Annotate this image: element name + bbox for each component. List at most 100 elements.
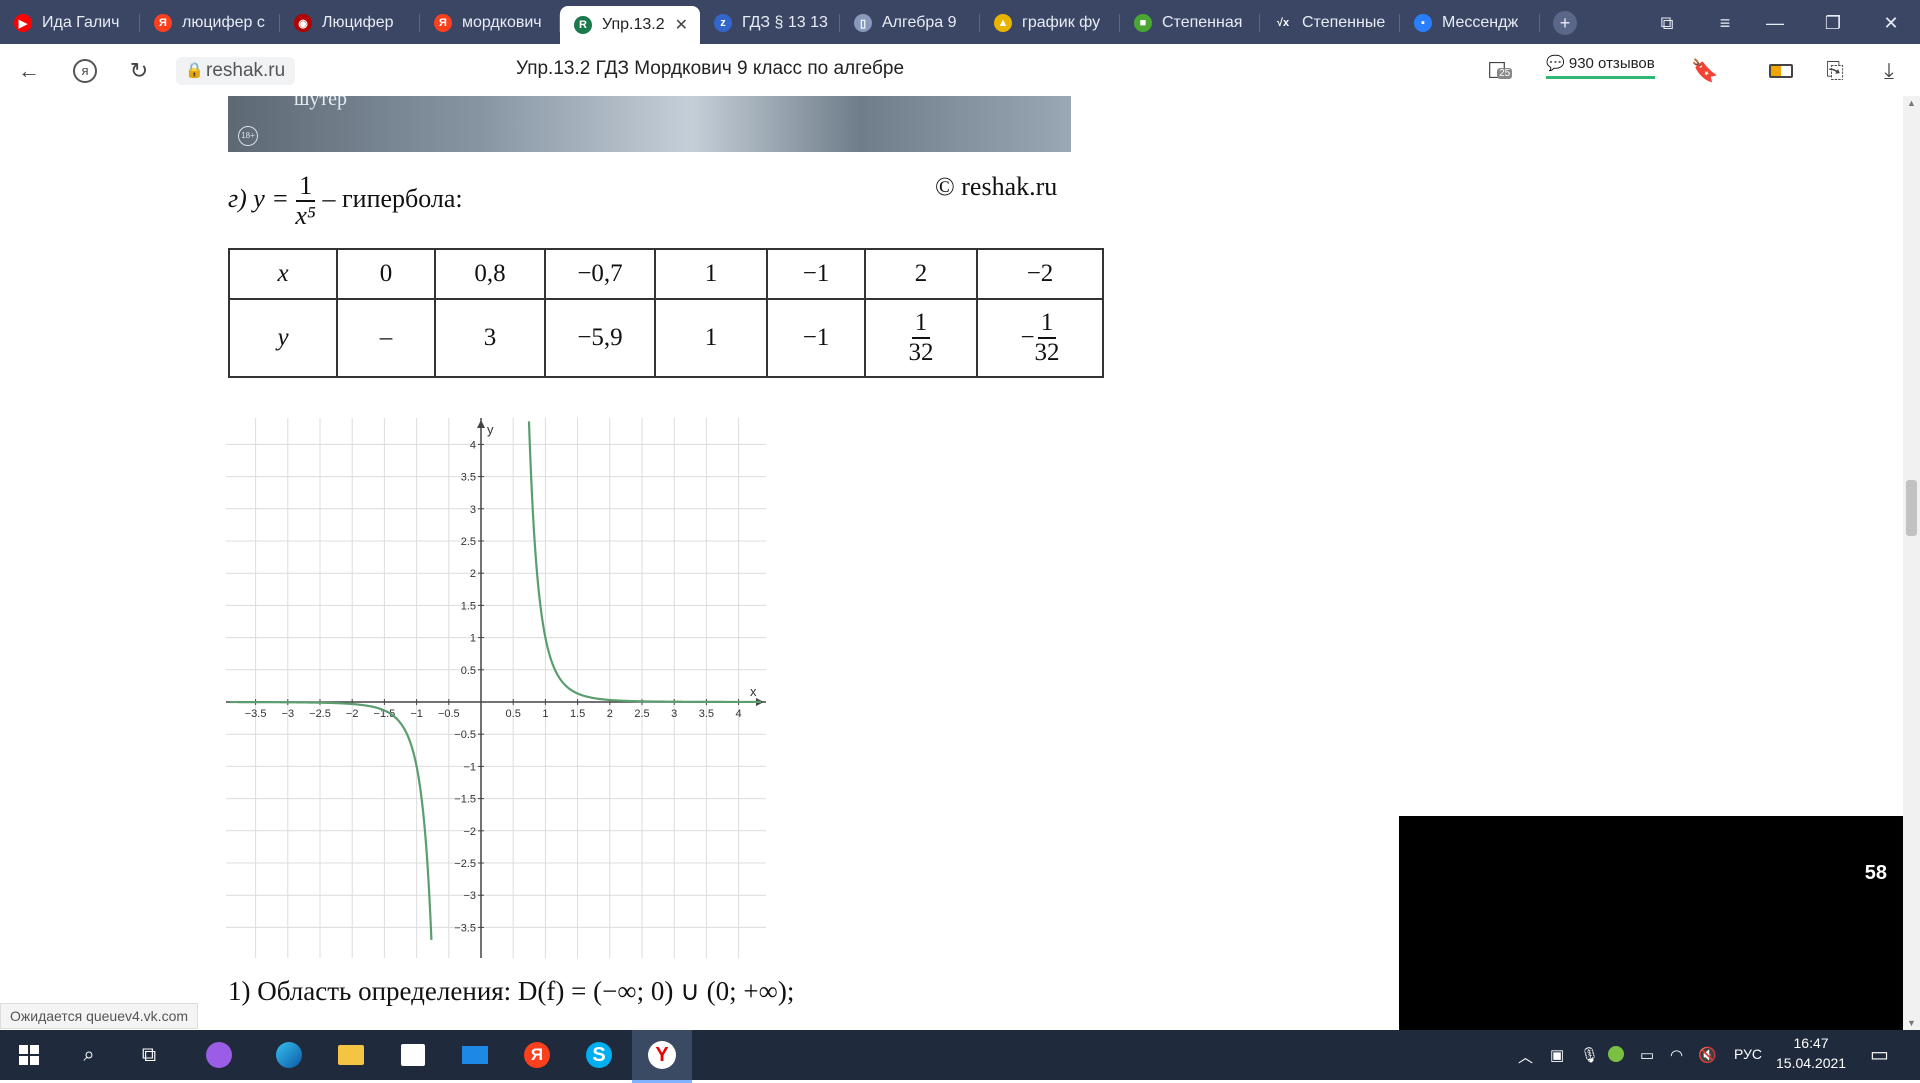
wifi-icon[interactable]: ◠ — [1670, 1046, 1683, 1064]
windows-start-icon[interactable] — [12, 1038, 46, 1072]
downloads-icon[interactable]: ⤓ — [1876, 58, 1902, 84]
x-tick-label: −3.5 — [245, 708, 267, 720]
windows-taskbar: ⌕ ⧉ Я S Y ︿ ▣ 🎙 ▭ ◠ 🔇 РУС 16:47 15.04.20… — [0, 1030, 1920, 1083]
task-view-icon[interactable]: ⧉ — [132, 1038, 166, 1072]
curve-positive-branch — [527, 421, 762, 704]
search-icon[interactable]: ⌕ — [72, 1038, 106, 1072]
tab-manager-icon[interactable]: ⧉ — [1652, 10, 1682, 36]
y-value-cell: 3 — [434, 298, 546, 378]
tab-title: мордкович — [462, 14, 542, 31]
bookmark-icon[interactable]: 🔖 — [1691, 58, 1718, 84]
x-value-cell: −1 — [766, 248, 866, 300]
browser-tab[interactable]: √x Степенные — [1260, 6, 1400, 40]
table-row-y: y –3 −5,9 1 −1 1 32−1 32 — [228, 298, 1104, 378]
advertisement-banner[interactable]: шутер 18+ — [228, 96, 1071, 152]
tab-separator — [1539, 14, 1540, 32]
minimize-icon[interactable]: — — [1760, 10, 1790, 36]
curve-negative-branch — [229, 700, 433, 940]
x-tick-label: −2.5 — [309, 708, 331, 720]
hyperbola-graph: −3.5 −3 −2.5 −2 −1.5 −1 −0.5 0.5 1 1.5 2 2.5 3 3.5 4 −3… — [226, 418, 766, 958]
devil-icon: ◉ — [294, 14, 312, 32]
x-tick-label: 0.5 — [506, 708, 521, 720]
browser-tab[interactable]: Ялюцифер с — [140, 6, 280, 40]
youtube-icon: ▶ — [14, 14, 32, 32]
y-tick-label: −1 — [463, 761, 476, 773]
y-value-cell: −5,9 — [544, 298, 656, 378]
file-explorer-icon[interactable] — [334, 1038, 368, 1072]
clock[interactable]: 16:47 15.04.2021 — [1776, 1035, 1846, 1071]
vertical-scrollbar[interactable]: ▲ ▼ — [1903, 96, 1920, 1030]
restore-icon[interactable]: ❐ — [1818, 10, 1848, 36]
tab-title: люцифер с — [182, 14, 265, 31]
tab-title: ГДЗ § 13 13 — [742, 14, 828, 31]
x-tick-label: 1.5 — [570, 708, 585, 720]
browser-tab[interactable]: ◉ Люцифер — [280, 6, 420, 40]
ad-caption: шутер — [294, 96, 348, 110]
tray-expand-icon[interactable]: ︿ — [1518, 1046, 1533, 1067]
volume-muted-icon[interactable]: 🔇 — [1698, 1046, 1717, 1064]
y-value-cell: y — [228, 298, 338, 378]
x-axis-label: x — [750, 684, 757, 699]
x-tick-label: 2.5 — [634, 708, 649, 720]
browser-tab[interactable]: ▯ Алгебра 9 — [840, 6, 980, 40]
browser-tab[interactable]: Ямордкович — [420, 6, 560, 40]
scroll-down-icon[interactable]: ▼ — [1907, 1018, 1916, 1028]
notifications-icon[interactable]: ▭ — [1870, 1042, 1889, 1067]
browser-tab-strip: ▶ Ида Галич Ялюцифер с ◉ Люцифер Ямордкович R У… — [0, 0, 1920, 44]
speech-bubble-icon: 💬 — [1546, 55, 1565, 72]
tab-title: Алгебра 9 — [882, 14, 957, 31]
tab-title: Люцифер — [322, 14, 394, 31]
close-tab-icon[interactable]: ✕ — [675, 15, 688, 35]
menu-icon[interactable]: ≡ — [1710, 10, 1740, 36]
y-axis-arrow — [477, 420, 485, 428]
x-tick-label: 3 — [671, 708, 677, 720]
protect-icon[interactable]: ☐25 — [1484, 58, 1513, 84]
function-caption: г) y = 1 x⁵ – гипербола: — [228, 171, 463, 230]
browser-tab[interactable]: z ГДЗ § 13 13 — [700, 6, 840, 40]
security-icon[interactable] — [1608, 1046, 1624, 1066]
close-window-icon[interactable]: ✕ — [1876, 10, 1906, 36]
new-tab-button[interactable]: + — [1550, 10, 1580, 36]
tab-title: Мессендж — [1442, 14, 1519, 31]
store-icon[interactable] — [396, 1038, 430, 1072]
reviews-button[interactable]: 💬 930 отзывов — [1546, 54, 1655, 79]
x-value-cell: −2 — [976, 248, 1104, 300]
alice-icon[interactable] — [202, 1038, 236, 1072]
yandex-icon: Я — [434, 14, 452, 32]
scroll-up-icon[interactable]: ▲ — [1907, 98, 1916, 108]
yandex-browser-icon[interactable]: Я — [520, 1038, 554, 1072]
skype-icon[interactable]: S — [582, 1038, 616, 1072]
y-tick-label: 1.5 — [461, 600, 476, 612]
video-overlay[interactable]: 58 — [1399, 816, 1903, 1030]
x-tick-label: −1 — [410, 708, 423, 720]
browser-tab[interactable]: R Упр.13.2 ✕ — [560, 6, 700, 44]
battery-icon[interactable]: ▭ — [1640, 1046, 1654, 1064]
browser-tab[interactable]: ■ Степенная — [1120, 6, 1260, 40]
age-rating-badge: 18+ — [238, 126, 258, 146]
battery-saver-icon[interactable] — [1768, 58, 1794, 84]
browser-tab[interactable]: ▲ график фу — [980, 6, 1120, 40]
yandex-icon: Я — [154, 14, 172, 32]
y-tick-label: 2.5 — [461, 536, 476, 548]
browser-tab[interactable]: ▶ Ида Галич — [0, 6, 140, 40]
mail-icon[interactable] — [458, 1038, 492, 1072]
values-table: x 0 0,8 −0,7 1 −1 2 −2 y –3 −5,9 1 −1 1 32−1 32 — [228, 248, 1104, 378]
y-value-cell: 1 — [654, 298, 768, 378]
microphone-icon[interactable]: 🎙 — [1580, 1046, 1599, 1064]
x-tick-label: −3 — [282, 708, 295, 720]
y-tick-label: −2 — [463, 826, 476, 838]
x-tick-label: −2 — [346, 708, 359, 720]
language-indicator[interactable]: РУС — [1734, 1046, 1762, 1062]
scroll-thumb[interactable] — [1906, 480, 1917, 536]
x-tick-label: −0.5 — [438, 708, 460, 720]
meet-now-icon[interactable]: ▣ — [1550, 1046, 1564, 1064]
x-tick-label: 1 — [542, 708, 548, 720]
reshak-icon: R — [574, 16, 592, 34]
yandex-active-icon[interactable]: Y — [632, 1030, 692, 1083]
collections-icon[interactable]: ⎘ — [1822, 58, 1848, 84]
tab-title: Ида Галич — [42, 14, 120, 31]
y-tick-label: −3 — [463, 890, 476, 902]
fraction: 1 x⁵ — [295, 171, 316, 230]
browser-tab[interactable]: ▪ Мессендж — [1400, 6, 1540, 40]
edge-icon[interactable] — [272, 1038, 306, 1072]
